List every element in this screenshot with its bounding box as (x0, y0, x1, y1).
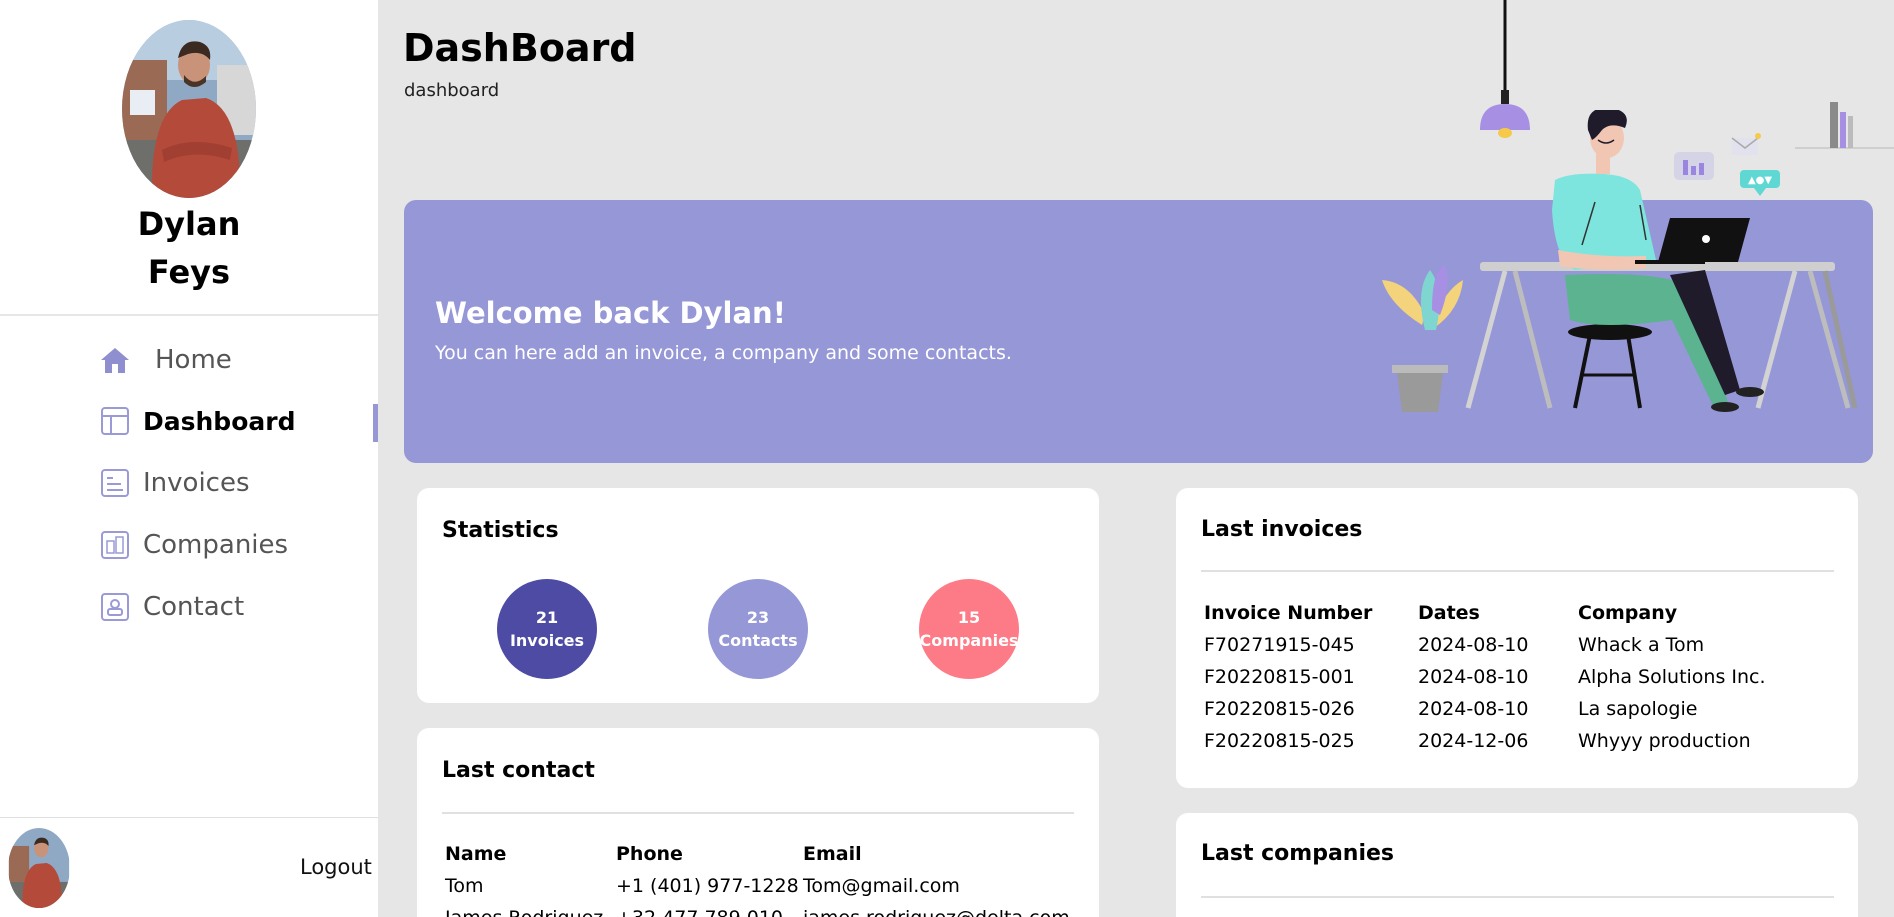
table-row[interactable]: F20220815-025 2024-12-06 Whyyy productio… (1204, 725, 1808, 757)
first-name: Dylan (137, 205, 241, 243)
logout-button[interactable]: Logout (300, 855, 372, 879)
invoice-date: 2024-08-10 (1418, 666, 1529, 688)
welcome-text: You can here add an invoice, a company a… (435, 342, 1012, 364)
table-row[interactable]: F20220815-001 2024-08-10 Alpha Solutions… (1204, 661, 1808, 693)
last-contact-divider (442, 812, 1074, 814)
column-header: Phone (616, 843, 683, 865)
invoice-number: F70271915-045 (1204, 634, 1355, 656)
stat-companies-label: Companies (919, 631, 1019, 650)
sidebar: Dylan Feys Home Dashboard Invoices Compa… (0, 0, 378, 917)
statistics-card: Statistics 21 Invoices 23 Contacts 15 Co… (417, 488, 1099, 703)
statistics-title: Statistics (442, 518, 559, 543)
stat-companies-count: 15 (957, 608, 981, 627)
last-name: Feys (147, 253, 231, 291)
stat-companies[interactable]: 15 Companies (919, 579, 1019, 679)
invoice-company: Whyyy production (1578, 730, 1751, 752)
table-row[interactable]: F70271915-045 2024-08-10 Whack a Tom (1204, 629, 1808, 661)
last-contact-title: Last contact (442, 758, 595, 783)
contact-name: James Rodriguez (445, 902, 616, 917)
contact-icon (100, 592, 130, 622)
nav-label-dashboard: Dashboard (143, 406, 296, 436)
invoice-company: Whack a Tom (1578, 634, 1705, 656)
last-companies-card: Last companies (1176, 813, 1858, 917)
invoice-date: 2024-08-10 (1418, 698, 1529, 720)
nav-label-invoices: Invoices (143, 468, 250, 498)
stat-contacts-label: Contacts (718, 631, 798, 650)
nav-label-contact: Contact (143, 592, 245, 622)
profile-name: Dylan Feys (0, 200, 378, 296)
person-at-desk-illustration (1382, 110, 1858, 412)
invoice-company: Alpha Solutions Inc. (1578, 666, 1766, 688)
active-indicator (373, 404, 378, 442)
footer-avatar[interactable] (8, 828, 70, 908)
column-header: Invoice Number (1204, 602, 1373, 624)
last-invoices-divider (1201, 570, 1834, 572)
page-title: DashBoard (403, 26, 637, 70)
profile-section: Dylan Feys (0, 0, 378, 316)
invoice-number: F20220815-026 (1204, 698, 1355, 720)
invoice-company: La sapologie (1578, 698, 1698, 720)
table-row[interactable]: James Rodriguez +32 477 789 010 james.ro… (445, 902, 1083, 917)
stat-contacts[interactable]: 23 Contacts (708, 579, 808, 679)
nav-item-contact[interactable]: Contact (100, 587, 244, 627)
dashboard-icon (100, 406, 130, 436)
profile-avatar (122, 20, 256, 198)
table-row[interactable]: Tom +1 (401) 977-1228 Tom@gmail.com (445, 870, 1083, 902)
nav-label-companies: Companies (143, 530, 289, 560)
invoice-table-header: Invoice Number Dates Company (1204, 597, 1808, 629)
stat-invoices[interactable]: 21 Invoices (497, 579, 597, 679)
last-contact-card: Last contact Name Phone Email Tom +1 (40… (417, 728, 1099, 917)
page-subtitle: dashboard (404, 80, 500, 101)
stat-invoices-count: 21 (535, 608, 559, 627)
nav-item-home[interactable]: Home (100, 340, 232, 380)
nav-label-home: Home (155, 345, 232, 375)
column-header: Name (445, 843, 507, 865)
last-invoices-card: Last invoices Invoice Number Dates Compa… (1176, 488, 1858, 788)
invoice-number: F20220815-001 (1204, 666, 1355, 688)
stat-invoices-label: Invoices (509, 631, 585, 650)
invoice-icon (100, 468, 130, 498)
contact-name: Tom (445, 875, 484, 897)
home-icon (100, 345, 130, 375)
contact-email: james.rodriguez@delta.com (803, 902, 1083, 917)
contact-phone: +32 477 789 010 (616, 902, 803, 917)
invoice-number: F20220815-025 (1204, 730, 1355, 752)
last-companies-title: Last companies (1201, 841, 1395, 866)
nav-item-companies[interactable]: Companies (100, 525, 288, 565)
invoice-date: 2024-12-06 (1418, 730, 1529, 752)
contact-phone: +1 (401) 977-1228 (616, 875, 799, 897)
table-row[interactable]: F20220815-026 2024-08-10 La sapologie (1204, 693, 1808, 725)
contact-table: Name Phone Email Tom +1 (401) 977-1228 T… (445, 838, 1083, 917)
nav-item-invoices[interactable]: Invoices (100, 463, 250, 503)
welcome-heading: Welcome back Dylan! (435, 296, 786, 330)
column-header: Email (803, 843, 862, 865)
column-header: Company (1578, 602, 1678, 624)
stat-contacts-count: 23 (746, 608, 770, 627)
column-header: Dates (1418, 602, 1480, 624)
last-companies-divider (1201, 896, 1834, 898)
sidebar-divider (0, 817, 378, 818)
contact-email: Tom@gmail.com (803, 875, 960, 897)
invoice-table: Invoice Number Dates Company F70271915-0… (1204, 597, 1808, 757)
contact-table-header: Name Phone Email (445, 838, 1083, 870)
nav-item-dashboard[interactable]: Dashboard (100, 401, 295, 441)
last-invoices-title: Last invoices (1201, 517, 1363, 542)
company-icon (100, 530, 130, 560)
invoice-date: 2024-08-10 (1418, 634, 1529, 656)
